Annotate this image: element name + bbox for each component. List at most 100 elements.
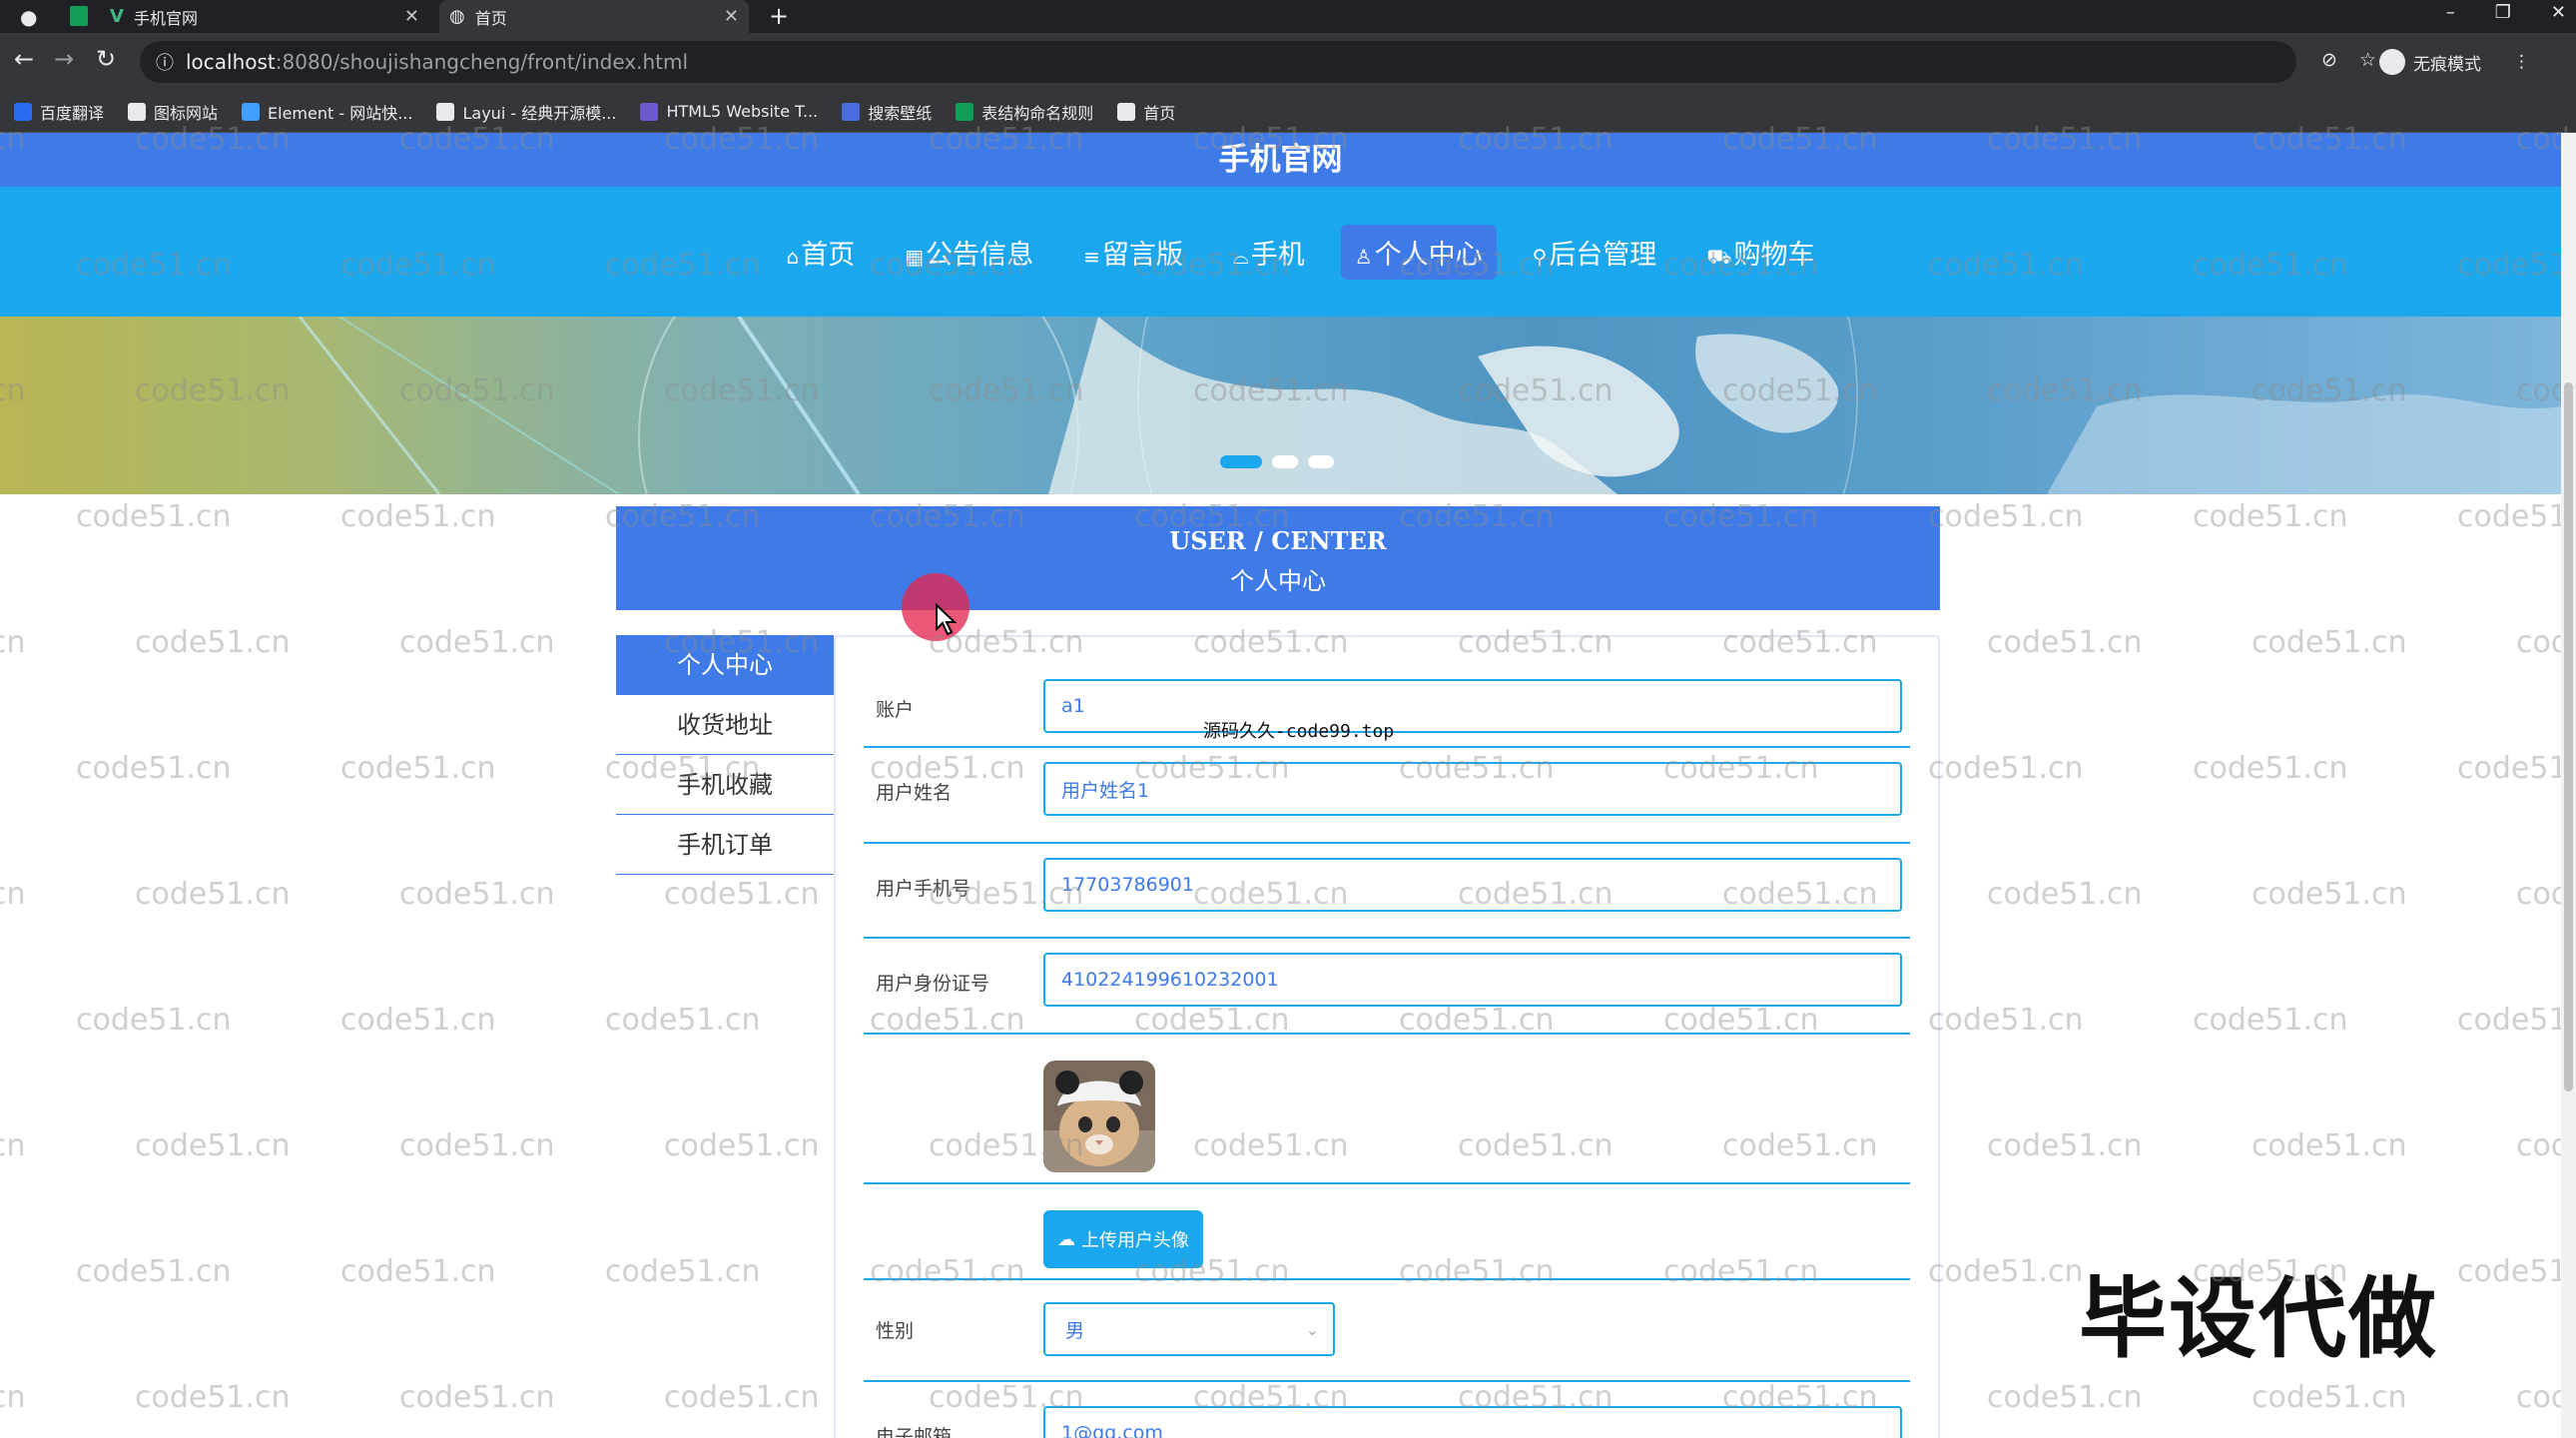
nav-icon: ▦ [905, 244, 925, 269]
overlay-watermark-text: 源码久久-code99.top [1203, 721, 1395, 742]
nav-icon: ♙ [1354, 244, 1373, 269]
bookmark-item[interactable]: Layui - 经典开源模... [436, 100, 616, 124]
side-menu-item[interactable]: 手机收藏 [616, 755, 834, 815]
more-icon[interactable]: ⋮ [2513, 52, 2530, 72]
close-icon[interactable]: ✕ [724, 6, 739, 27]
close-icon[interactable]: ✕ [404, 6, 419, 27]
site-info-icon[interactable]: ⓘ [156, 49, 174, 75]
url-input[interactable]: ⓘ localhost:8080/shoujishangcheng/front/… [140, 41, 2296, 83]
site-title: 手机官网 [1218, 142, 1343, 178]
form-row-upload: ☁ 上传用户头像 [864, 1184, 1910, 1280]
nav-item[interactable]: ▦公告信息 [891, 225, 1047, 280]
bookmark-item[interactable]: 图标网站 [128, 100, 218, 124]
new-tab-button[interactable]: + [769, 2, 789, 30]
watermark-text: code51.cn [399, 1380, 555, 1415]
forward-icon[interactable]: → [54, 45, 74, 73]
account-input[interactable] [1043, 679, 1902, 733]
gender-label: 性别 [876, 1320, 915, 1342]
nav-icon: ⛟ [1706, 244, 1732, 269]
incognito-icon [2379, 49, 2405, 75]
carousel-dot[interactable] [1220, 455, 1262, 468]
watermark-text: code51.cn [2252, 1380, 2407, 1415]
watermark-text: code51.cn [1987, 1128, 2143, 1163]
watermark-text: code51.cn [605, 1003, 761, 1038]
bookmark-item[interactable]: 表结构命名规则 [956, 100, 1093, 124]
watermark-text: code51.cn [664, 877, 820, 912]
watermark-text: code51.cn [605, 1254, 761, 1289]
scrollbar-thumb[interactable] [2564, 382, 2573, 1091]
bookmark-item[interactable]: 百度翻译 [14, 100, 104, 124]
banner-carousel[interactable] [0, 317, 2561, 494]
incognito-label: 无痕模式 [2413, 54, 2481, 75]
name-input[interactable] [1043, 762, 1902, 816]
vue-icon: V [110, 6, 124, 27]
nav-item[interactable]: ≡留言版 [1069, 225, 1197, 280]
watermark-text: code51.cn [135, 877, 291, 912]
upload-avatar-button[interactable]: ☁ 上传用户头像 [1043, 1210, 1203, 1268]
side-menu-item[interactable]: 收货地址 [616, 695, 834, 755]
bookmark-label: 搜索壁纸 [868, 103, 933, 123]
bookmark-item[interactable]: 首页 [1117, 100, 1175, 124]
center-header: USER / CENTER 个人中心 [616, 506, 1940, 610]
form-row-phone: 用户手机号 [864, 844, 1910, 939]
incognito-indicator[interactable]: 无痕模式 ⋮ [2379, 49, 2530, 75]
account-label: 账户 [876, 699, 915, 721]
back-icon[interactable]: ← [14, 45, 34, 73]
side-menu-item[interactable]: 个人中心 [616, 635, 834, 695]
watermark-text: code51.cn [135, 1128, 291, 1163]
url-host: localhost [186, 50, 276, 74]
translate-icon [14, 102, 32, 121]
browser-tab-bar: ● V 手机官网 ✕ ◍ 首页 ✕ + – ❐ ✕ [0, 0, 2576, 33]
form-row-avatar [864, 1035, 1910, 1184]
nav-item[interactable]: ♙个人中心 [1340, 224, 1497, 280]
email-input[interactable] [1043, 1406, 1902, 1438]
bookmark-label: 图标网站 [154, 103, 219, 123]
watermark-text: code51.cn [2252, 625, 2407, 660]
bookmark-item[interactable]: Element - 网站快... [242, 100, 412, 124]
eye-off-icon[interactable]: ⊘ [2321, 49, 2337, 71]
browser-menu-icon[interactable]: ● [20, 5, 37, 29]
sheets-tab-icon[interactable] [70, 6, 88, 26]
bookmark-item[interactable]: 搜索壁纸 [842, 100, 932, 124]
watermark-text: code51.cn [0, 877, 26, 912]
carousel-dot[interactable] [1272, 455, 1298, 468]
watermark-text: code51.cn [76, 751, 232, 786]
idcard-input[interactable] [1043, 953, 1902, 1007]
reload-icon[interactable]: ↻ [96, 45, 116, 73]
tab-mobile-site[interactable]: V 手机官网 ✕ [110, 0, 429, 33]
bookmark-item[interactable]: HTML5 Website T... [640, 102, 818, 121]
tab-title: 手机官网 [133, 8, 198, 28]
nav-icon: ≡ [1083, 244, 1100, 269]
form-row-idcard: 用户身份证号 [864, 939, 1910, 1035]
upload-avatar-label: 上传用户头像 [1081, 1230, 1189, 1251]
watermark-text: code51.cn [1987, 625, 2143, 660]
side-menu-item[interactable]: 手机订单 [616, 815, 834, 875]
star-icon[interactable]: ☆ [2359, 49, 2376, 71]
nav-label: 购物车 [1733, 239, 1815, 271]
nav-item[interactable]: ⌂首页 [773, 225, 870, 280]
nav-label: 首页 [801, 239, 856, 271]
gender-select[interactable]: 男 ⌄ [1043, 1302, 1335, 1356]
nav-item[interactable]: ⚲后台管理 [1519, 225, 1671, 280]
restore-icon[interactable]: ❐ [2495, 2, 2511, 23]
site-nav: ⌂首页 ▦公告信息 ≡留言版 ⌓手机 ♙个人中心 ⚲后台管理 ⛟购物车 [0, 187, 2561, 317]
avatar [1043, 1061, 1155, 1172]
minimize-icon[interactable]: – [2446, 2, 2455, 23]
carousel-dot[interactable] [1308, 455, 1334, 468]
watermark-text: code51.cn [340, 499, 496, 534]
nav-item[interactable]: ⌓手机 [1219, 225, 1319, 280]
tab-home[interactable]: ◍ 首页 ✕ [439, 0, 749, 33]
watermark-text: code51.cn [2457, 751, 2576, 786]
watermark-text: code51.cn [1928, 751, 2084, 786]
bookmark-label: 表结构命名规则 [981, 103, 1094, 123]
wallpaper-icon [842, 102, 861, 121]
watermark-text: code51.cn [135, 1380, 291, 1415]
phone-input[interactable] [1043, 858, 1902, 912]
page-scrollbar[interactable] [2561, 133, 2576, 1438]
nav-icon: ⚲ [1532, 244, 1548, 269]
watermark-text: code51.cn [2193, 1003, 2348, 1038]
nav-item[interactable]: ⛟购物车 [1692, 225, 1828, 280]
close-window-icon[interactable]: ✕ [2551, 2, 2566, 23]
flag-icon [128, 102, 147, 121]
nav-icon: ⌂ [786, 244, 800, 269]
